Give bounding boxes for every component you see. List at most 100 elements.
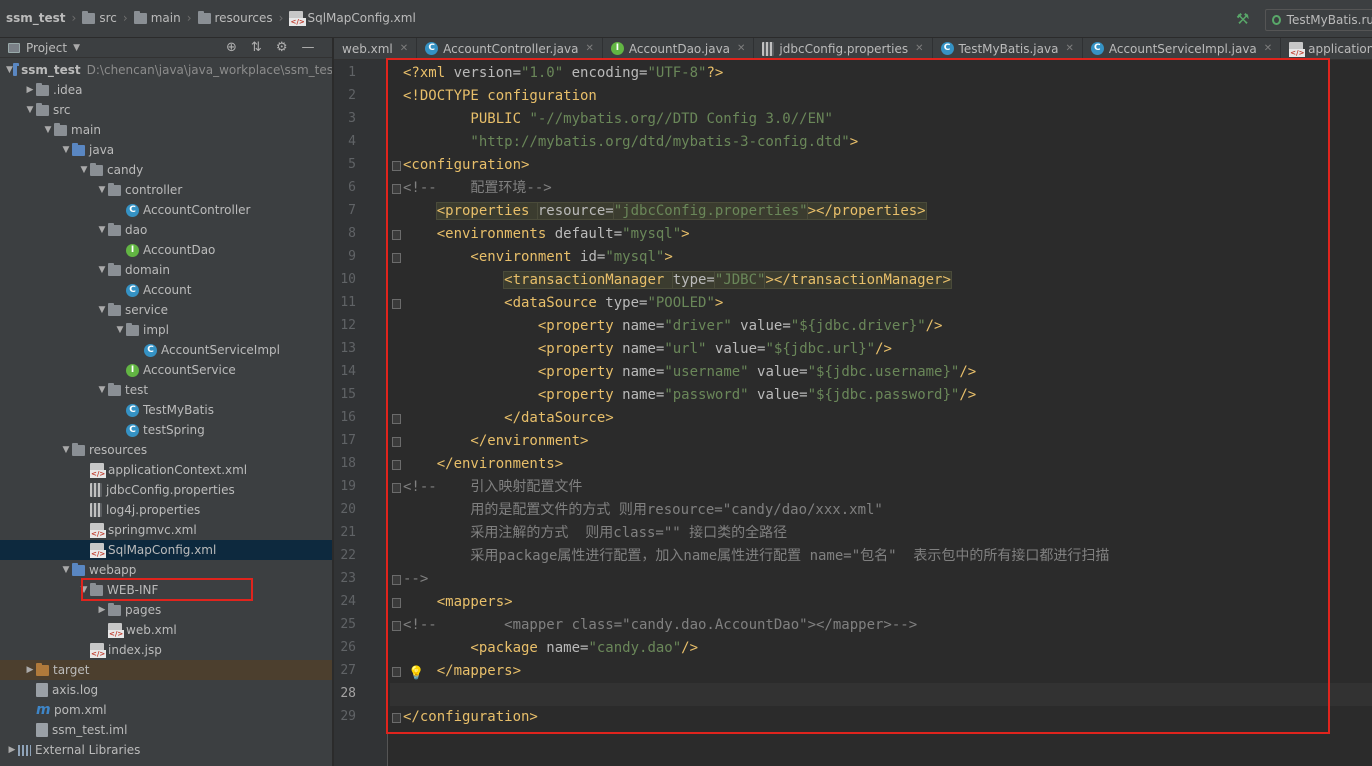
tab-close-icon[interactable]: ✕	[737, 43, 745, 54]
breadcrumb-separator-icon: ›	[186, 11, 192, 25]
expand-arrow-down-icon[interactable]: ▼	[96, 225, 108, 235]
expand-arrow-down-icon[interactable]: ▼	[60, 445, 72, 455]
tree-node[interactable]: log4j.properties	[0, 500, 332, 520]
breadcrumb-item[interactable]: ssm_test	[4, 11, 68, 25]
project-view-title[interactable]: Project	[26, 41, 67, 55]
tree-node[interactable]: ▼ candy	[0, 160, 332, 180]
line-number: 17	[340, 433, 356, 448]
locate-file-icon[interactable]: ⊕	[226, 40, 237, 55]
tree-node[interactable]: ▼ impl	[0, 320, 332, 340]
settings-gear-icon[interactable]: ⚙	[276, 40, 288, 55]
tree-node-label: index.jsp	[108, 643, 162, 657]
tab-close-icon[interactable]: ✕	[1264, 43, 1272, 54]
hide-panel-icon[interactable]: —	[301, 40, 314, 55]
expand-arrow-down-icon[interactable]: ▼	[78, 165, 90, 175]
tree-node[interactable]: web.xml	[0, 620, 332, 640]
tree-node[interactable]: applicationContext.xml	[0, 460, 332, 480]
expand-arrow-down-icon[interactable]: ▼	[6, 65, 13, 75]
line-number: 24	[340, 594, 356, 609]
tree-node[interactable]: I AccountDao	[0, 240, 332, 260]
tab-close-icon[interactable]: ✕	[586, 43, 594, 54]
tree-node[interactable]: index.jsp	[0, 640, 332, 660]
tree-node-label: resources	[89, 443, 148, 457]
tree-node-label: candy	[107, 163, 144, 177]
breadcrumb-label: src	[99, 11, 117, 25]
tree-node[interactable]: SqlMapConfig.xml	[0, 540, 332, 560]
tree-node[interactable]: ▼ webapp	[0, 560, 332, 580]
tab-close-icon[interactable]: ✕	[400, 43, 408, 54]
code-highlight-box	[386, 58, 1330, 734]
line-number: 20	[340, 502, 356, 517]
tree-node[interactable]: ▶ pages	[0, 600, 332, 620]
breadcrumb-item[interactable]: SqlMapConfig.xml	[287, 11, 417, 26]
editor-tab[interactable]: I AccountDao.java ✕	[603, 38, 755, 59]
expand-arrow-down-icon[interactable]: ▼	[24, 105, 36, 115]
tree-node[interactable]: C TestMyBatis	[0, 400, 332, 420]
tab-label: jdbcConfig.properties	[779, 41, 909, 56]
tree-node[interactable]: C AccountServiceImpl	[0, 340, 332, 360]
tree-node[interactable]: ▶ .idea	[0, 80, 332, 100]
tree-node[interactable]: ▼ src	[0, 100, 332, 120]
line-number: 29	[340, 709, 356, 724]
expand-arrow-down-icon[interactable]: ▼	[114, 325, 126, 335]
tree-node-label: Account	[143, 283, 192, 297]
tree-node[interactable]: I AccountService	[0, 360, 332, 380]
project-view-dropdown-icon[interactable]: ▼	[73, 43, 80, 53]
expand-arrow-down-icon[interactable]: ▼	[60, 145, 72, 155]
expand-arrow-right-icon[interactable]: ▶	[24, 85, 36, 95]
tree-node[interactable]: ▼ dao	[0, 220, 332, 240]
expand-arrow-down-icon[interactable]: ▼	[96, 265, 108, 275]
tab-close-icon[interactable]: ✕	[915, 43, 923, 54]
tree-node-label: ssm_test	[21, 63, 81, 77]
editor-tab[interactable]: jdbcConfig.properties ✕	[754, 38, 933, 59]
tree-node[interactable]: ▼ java	[0, 140, 332, 160]
tab-label: applicationCont	[1308, 41, 1372, 56]
jsp-file-icon	[90, 643, 107, 658]
editor-tab[interactable]: C TestMyBatis.java ✕	[933, 38, 1083, 59]
tree-node[interactable]: springmvc.xml	[0, 520, 332, 540]
editor-tab[interactable]: C AccountController.java ✕	[417, 38, 603, 59]
breadcrumb-item[interactable]: src	[80, 10, 119, 25]
expand-arrow-right-icon[interactable]: ▶	[6, 745, 18, 755]
tree-node[interactable]: ▼ resources	[0, 440, 332, 460]
editor-tab[interactable]: web.xml ✕	[334, 38, 418, 59]
line-number: 14	[340, 364, 356, 379]
line-number: 13	[340, 341, 356, 356]
tree-node[interactable]: ▼ domain	[0, 260, 332, 280]
expand-arrow-down-icon[interactable]: ▼	[96, 305, 108, 315]
tree-node[interactable]: ▼ controller	[0, 180, 332, 200]
tree-node[interactable]: CtestSpring	[0, 420, 332, 440]
expand-arrow-down-icon[interactable]: ▼	[96, 385, 108, 395]
tree-node[interactable]: ▶ External Libraries	[0, 740, 332, 760]
tree-node[interactable]: C Account	[0, 280, 332, 300]
expand-arrow-down-icon[interactable]: ▼	[42, 125, 54, 135]
tree-node-label: External Libraries	[35, 743, 141, 757]
editor-tab[interactable]: applicationCont	[1281, 38, 1372, 59]
tree-node[interactable]: m pom.xml	[0, 700, 332, 720]
tree-node[interactable]: jdbcConfig.properties	[0, 480, 332, 500]
tab-close-icon[interactable]: ✕	[1065, 43, 1073, 54]
collapse-all-icon[interactable]: ⇅	[251, 40, 262, 55]
breadcrumb-item[interactable]: resources	[196, 10, 275, 25]
expand-arrow-right-icon[interactable]: ▶	[96, 605, 108, 615]
line-number: 8	[348, 226, 356, 241]
tree-node[interactable]: ▼ service	[0, 300, 332, 320]
tree-node[interactable]: ▶ target	[0, 660, 332, 680]
expand-arrow-right-icon[interactable]: ▶	[24, 665, 36, 675]
xml-file-icon	[90, 463, 107, 478]
tree-node[interactable]: ▼ ssm_test D:\chencan\java\java_workplace\…	[0, 60, 332, 80]
tree-node[interactable]: ▼ main	[0, 120, 332, 140]
editor-tab[interactable]: C AccountServiceImpl.java ✕	[1083, 38, 1282, 59]
breadcrumb-item[interactable]: main	[132, 10, 183, 25]
tree-node[interactable]: ▼ test	[0, 380, 332, 400]
tree-node[interactable]: ssm_test.iml	[0, 720, 332, 740]
run-configuration-selector[interactable]: TestMyBatis.ru	[1265, 9, 1372, 31]
line-number: 2	[348, 88, 356, 103]
expand-arrow-down-icon[interactable]: ▼	[96, 185, 108, 195]
tree-node-label: AccountService	[143, 363, 236, 377]
tree-node[interactable]: axis.log	[0, 680, 332, 700]
tree-node[interactable]: C AccountController	[0, 200, 332, 220]
line-number: 28	[340, 686, 356, 701]
build-hammer-icon[interactable]: ⚒	[1236, 10, 1249, 28]
expand-arrow-down-icon[interactable]: ▼	[60, 565, 72, 575]
